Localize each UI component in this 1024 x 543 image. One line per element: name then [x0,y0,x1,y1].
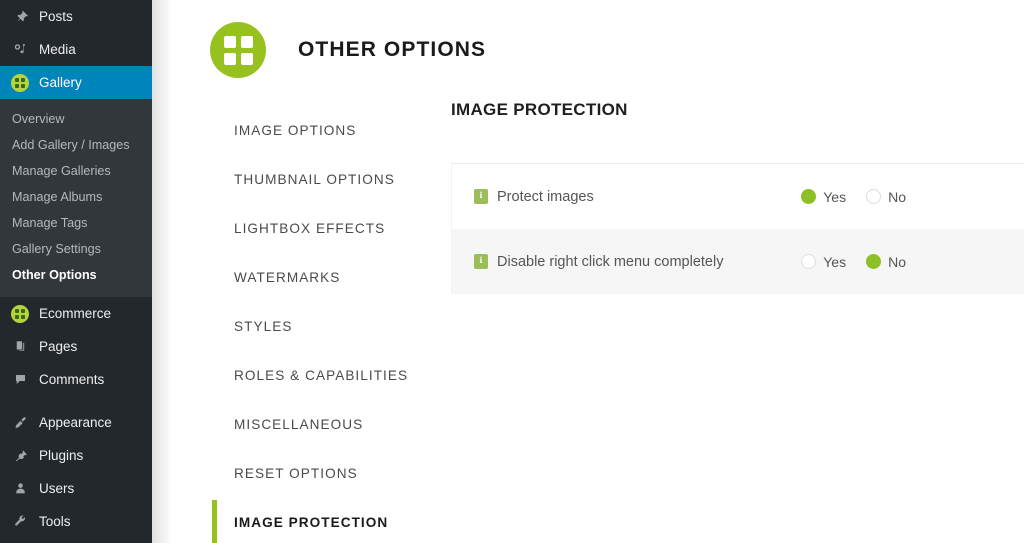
gallery-grid-icon [9,73,31,92]
sidebar-item-tools[interactable]: Tools [0,505,152,538]
tab-label: MISCELLANEOUS [234,417,364,432]
main-content: OTHER OPTIONS IMAGE OPTIONS THUMBNAIL OP… [172,0,1024,543]
comments-icon [9,372,31,387]
setting-row-protect-images: i Protect images Yes No [452,164,1024,229]
submenu-item-manage-tags[interactable]: Manage Tags [0,210,152,236]
pages-icon [9,339,31,354]
tab-reset-options[interactable]: RESET OPTIONS [172,449,440,498]
sidebar-item-posts[interactable]: Posts [0,0,152,33]
radio-dot [801,189,817,204]
radio-disable-right-click-no[interactable]: No [866,254,906,270]
sidebar-item-label: Plugins [39,447,84,463]
wrench-icon [9,514,31,529]
sidebar-item-label: Media [39,41,76,57]
tab-miscellaneous[interactable]: MISCELLANEOUS [172,400,440,449]
tab-label: THUMBNAIL OPTIONS [234,172,395,187]
sidebar-item-media[interactable]: Media [0,33,152,66]
sidebar-item-label: Pages [39,338,78,354]
tab-label: ROLES & CAPABILITIES [234,368,409,383]
sidebar-item-label: Ecommerce [39,305,112,321]
plug-icon [9,448,31,463]
sidebar-item-label: Appearance [39,414,112,430]
submenu-item-manage-galleries[interactable]: Manage Galleries [0,158,152,184]
settings-table: i Protect images Yes No i Disable right … [451,163,1024,294]
settings-panel: IMAGE PROTECTION i Protect images Yes No… [440,88,1024,294]
info-icon[interactable]: i [474,189,488,204]
tab-lightbox-effects[interactable]: LIGHTBOX EFFECTS [172,204,440,253]
sidebar-item-label: Gallery [39,74,82,90]
tab-image-options[interactable]: IMAGE OPTIONS [172,106,440,155]
tab-roles-capabilities[interactable]: ROLES & CAPABILITIES [172,351,440,400]
submenu-item-manage-albums[interactable]: Manage Albums [0,184,152,210]
tab-label: RESET OPTIONS [234,466,358,481]
radio-dot [866,189,882,204]
setting-label: Protect images [497,188,594,205]
grid-four-squares-icon [210,22,266,78]
pin-icon [9,9,31,24]
sidebar-content-divider [152,0,172,543]
tab-label: IMAGE OPTIONS [234,123,357,138]
tab-styles[interactable]: STYLES [172,302,440,351]
sidebar-item-ecommerce[interactable]: Ecommerce [0,297,152,330]
radio-label: Yes [823,188,847,205]
sidebar-item-gallery[interactable]: Gallery [0,66,152,99]
sidebar-item-label: Users [39,480,75,496]
sidebar-item-users[interactable]: Users [0,472,152,505]
settings-tab-list: IMAGE OPTIONS THUMBNAIL OPTIONS LIGHTBOX… [172,88,440,543]
admin-page: Posts Media Gallery Overview Add Gallery… [0,0,1024,543]
submenu-item-add-gallery-images[interactable]: Add Gallery / Images [0,132,152,158]
ecommerce-grid-icon [9,304,31,323]
media-icon [9,42,31,57]
tab-watermarks[interactable]: WATERMARKS [172,253,440,302]
submenu-item-other-options[interactable]: Other Options [0,262,152,288]
radio-label: No [888,188,906,205]
tab-label: LIGHTBOX EFFECTS [234,221,386,236]
settings-body: IMAGE OPTIONS THUMBNAIL OPTIONS LIGHTBOX… [172,88,1024,543]
tab-thumbnail-options[interactable]: THUMBNAIL OPTIONS [172,155,440,204]
sidebar-item-plugins[interactable]: Plugins [0,439,152,472]
radio-dot [866,254,882,269]
tab-label: STYLES [234,319,293,334]
page-header: OTHER OPTIONS [172,0,1024,88]
tab-label: IMAGE PROTECTION [234,515,389,530]
radio-label: Yes [823,253,847,270]
radio-protect-images-no[interactable]: No [866,189,906,205]
radio-label: No [888,253,906,270]
radio-disable-right-click-yes[interactable]: Yes [801,254,846,270]
radio-group-disable-right-click: Yes No [801,254,906,270]
panel-title: IMAGE PROTECTION [451,100,628,119]
submenu-item-overview[interactable]: Overview [0,106,152,132]
sidebar-item-label: Comments [39,371,105,387]
setting-row-disable-right-click: i Disable right click menu completely Ye… [452,229,1024,294]
radio-group-protect-images: Yes No [801,189,906,205]
brush-icon [9,415,31,430]
submenu-item-gallery-settings[interactable]: Gallery Settings [0,236,152,262]
sidebar-item-label: Tools [39,513,71,529]
setting-label: Disable right click menu completely [497,253,724,270]
page-title: OTHER OPTIONS [298,38,487,61]
admin-sidebar: Posts Media Gallery Overview Add Gallery… [0,0,152,543]
sidebar-item-label: Posts [39,8,73,24]
radio-dot [801,254,817,269]
gallery-submenu: Overview Add Gallery / Images Manage Gal… [0,99,152,297]
info-icon[interactable]: i [474,254,488,269]
radio-protect-images-yes[interactable]: Yes [801,189,846,205]
sidebar-item-pages[interactable]: Pages [0,330,152,363]
sidebar-item-appearance[interactable]: Appearance [0,406,152,439]
user-icon [9,481,31,496]
tab-image-protection[interactable]: IMAGE PROTECTION [172,498,440,543]
tab-label: WATERMARKS [234,270,341,285]
sidebar-divider [0,396,152,406]
sidebar-item-comments[interactable]: Comments [0,363,152,396]
